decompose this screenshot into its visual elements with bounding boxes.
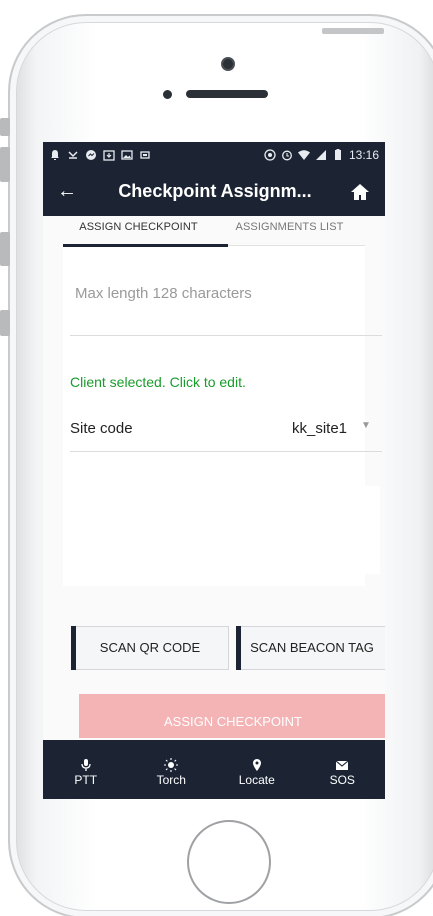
dropdown-arrow-icon[interactable]: ▼ [361, 420, 371, 431]
download-icon [103, 149, 115, 161]
scan-beacon-tag-button[interactable]: SCAN BEACON TAG [236, 626, 385, 670]
battery-icon [334, 148, 341, 160]
home-icon[interactable] [349, 181, 371, 203]
nav-torch[interactable]: Torch [129, 740, 215, 799]
page-title: Checkpoint Assignm... [118, 181, 312, 201]
checkpoint-name-input[interactable]: Max length 128 characters [75, 285, 252, 302]
signal-icon [315, 149, 326, 160]
notification-icon [140, 150, 150, 159]
volume-up-button [0, 147, 10, 182]
app-screen: 13:16 ← Checkpoint Assignm... Max length… [43, 142, 385, 799]
nav-ptt[interactable]: PTT [43, 740, 129, 799]
nav-torch-label: Torch [156, 773, 186, 787]
sun-icon [164, 758, 179, 772]
back-arrow-icon[interactable]: ← [57, 180, 81, 203]
microphone-icon [81, 759, 91, 771]
wifi-icon [297, 149, 310, 160]
home-button[interactable] [187, 820, 271, 904]
assign-checkpoint-button[interactable]: ASSIGN CHECKPOINT [79, 694, 385, 738]
site-code-dropdown[interactable]: kk_site1 [292, 420, 347, 437]
bottom-navigation: PTT Torch Locate SOS [43, 740, 385, 799]
app-toolbar: ← Checkpoint Assignm... [43, 167, 385, 216]
site-code-underline [70, 451, 382, 452]
input-underline [70, 335, 382, 336]
scan-qr-code-button[interactable]: SCAN QR CODE [71, 626, 229, 670]
earpiece-speaker [186, 90, 268, 98]
missed-call-icon [68, 150, 78, 159]
active-tab-indicator [63, 244, 228, 247]
bell-icon [51, 149, 59, 160]
volume-switch [0, 118, 10, 136]
side-button [0, 310, 10, 336]
main-content: Max length 128 characters Client selecte… [43, 216, 385, 799]
front-camera [221, 57, 235, 71]
nfc-icon [264, 148, 276, 161]
nav-sos[interactable]: SOS [300, 740, 386, 799]
messenger-icon [86, 149, 96, 160]
location-pin-icon [252, 759, 261, 771]
nav-locate-label: Locate [238, 773, 275, 787]
result-area [70, 486, 380, 574]
tab-assignments-list[interactable]: ASSIGNMENTS LIST [214, 216, 365, 245]
status-time: 13:16 [348, 147, 379, 162]
nav-ptt-label: PTT [74, 773, 98, 787]
power-button [322, 28, 384, 34]
nav-sos-label: SOS [329, 773, 355, 787]
client-selected-link[interactable]: Client selected. Click to edit. [70, 374, 246, 390]
alarm-icon [282, 150, 292, 160]
envelope-icon [335, 760, 349, 770]
proximity-sensor [163, 90, 172, 99]
site-code-label: Site code [70, 420, 133, 437]
tab-assign-checkpoint[interactable]: ASSIGN CHECKPOINT [63, 216, 214, 245]
volume-down-button [0, 232, 10, 266]
gallery-icon [121, 149, 133, 160]
tab-bar: ASSIGN CHECKPOINT ASSIGNMENTS LIST [63, 216, 365, 246]
phone-mockup: 13:16 ← Checkpoint Assignm... Max length… [0, 0, 433, 916]
nav-locate[interactable]: Locate [214, 740, 300, 799]
status-bar: 13:16 [43, 142, 385, 167]
